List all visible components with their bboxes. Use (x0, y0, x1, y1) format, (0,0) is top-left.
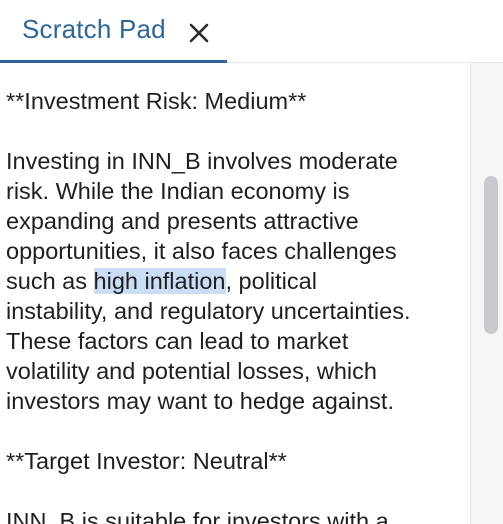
text-line: risk. While the Indian economy is (6, 178, 350, 204)
text-line: opportunities, it also faces challenges (6, 238, 397, 264)
tab-bar: Scratch Pad (0, 0, 503, 63)
text-line: INN_B is suitable for investors with a (6, 508, 389, 524)
text-line: volatility and potential losses, which (6, 358, 377, 384)
scrollbar-thumb[interactable] (484, 176, 498, 334)
text-line: instability, and regulatory uncertaintie… (6, 298, 411, 324)
close-icon[interactable] (186, 20, 212, 46)
tab-scratch-pad[interactable]: Scratch Pad (0, 0, 227, 63)
selected-text[interactable]: high inflation (93, 268, 226, 294)
text-segment: , political (225, 268, 317, 294)
text-line: expanding and presents attractive (6, 208, 359, 234)
heading-target-investor: **Target Investor: Neutral** (6, 448, 287, 474)
text-line-with-selection: such as high inflation, political (6, 266, 317, 296)
text-line: investors may want to hedge against. (6, 388, 394, 414)
scratch-pad-editor[interactable]: **Investment Risk: Medium** Investing in… (0, 63, 470, 524)
text-line: Investing in INN_B involves moderate (6, 148, 398, 174)
heading-investment-risk: **Investment Risk: Medium** (6, 88, 307, 114)
tab-label: Scratch Pad (22, 14, 166, 44)
text-segment: such as (6, 268, 94, 294)
text-line: These factors can lead to market (6, 328, 349, 354)
